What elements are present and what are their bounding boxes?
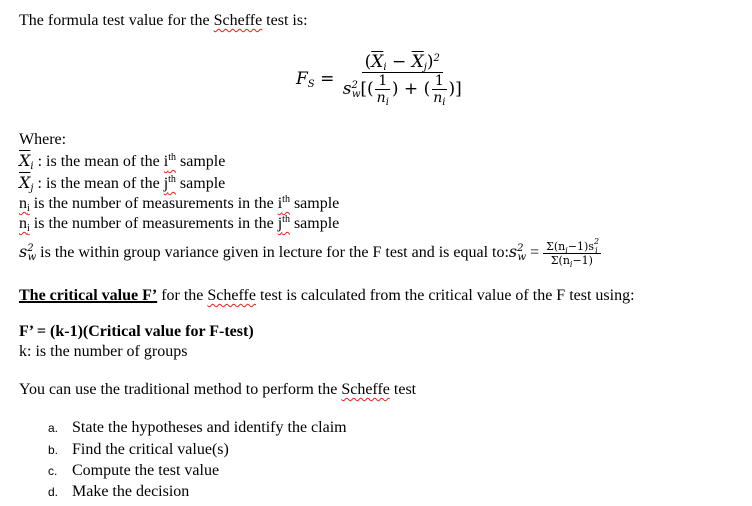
method-paragraph: You can use the traditional method to pe… xyxy=(19,381,417,398)
intro-paragraph: The formula test value for the Scheffe t… xyxy=(19,11,308,31)
formula-denominator: s2w[(1 ni) + (1 ni)] xyxy=(342,73,462,108)
definition-xj: Xj : is the mean of the jth sample xyxy=(19,173,226,194)
list-item: d. Make the decision xyxy=(48,483,190,500)
scheffe-formula: FS = (Xi − Xj)2 s2w[(1 ni) + (1 ni)] xyxy=(296,52,465,108)
formula-numerator: (Xi − Xj)2 xyxy=(361,52,443,73)
list-item: c. Compute the test value xyxy=(48,462,220,479)
definition-xi: Xi : is the mean of the ith sample xyxy=(19,151,226,172)
variance-fraction: Σ(ni−1)s2i Σ(ni−1) xyxy=(543,238,601,269)
list-item: a. State the hypotheses and identify the … xyxy=(48,419,347,436)
definition-nj: ni is the number of measurements in the … xyxy=(19,214,340,234)
intro-text: The formula test value for the xyxy=(19,12,214,29)
critical-value-formula: F’ = (k-1)(Critical value for F-test) xyxy=(19,323,254,340)
intro-text-end: test is: xyxy=(262,12,308,29)
critical-value-paragraph: The critical value F’ for the Scheffe te… xyxy=(19,287,635,304)
definition-ni: ni is the number of measurements in the … xyxy=(19,194,340,214)
where-heading: Where: xyxy=(19,131,67,148)
list-item: b. Find the critical value(s) xyxy=(48,441,229,458)
formula-fraction: (Xi − Xj)2 s2w[(1 ni) + (1 ni)] xyxy=(340,52,465,108)
k-definition: k: is the number of groups xyxy=(19,343,188,360)
critical-value-label: The critical value F’ xyxy=(19,287,158,304)
definition-variance: s2w is the within group variance given i… xyxy=(19,237,601,269)
formula-lhs: FS = xyxy=(296,69,335,90)
scheffe-word: Scheffe xyxy=(213,12,263,29)
